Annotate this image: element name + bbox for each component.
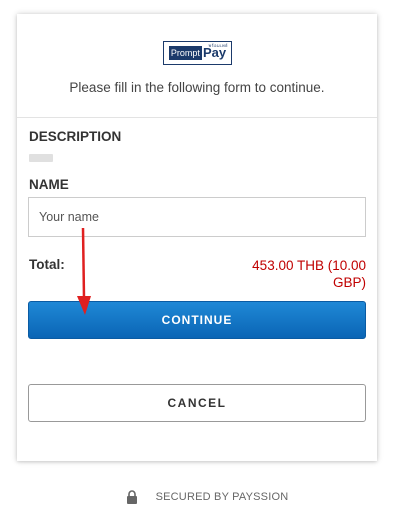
lock-icon (126, 490, 137, 504)
description-value (29, 154, 53, 162)
secured-by-text: SECURED BY PAYSSION (155, 491, 289, 503)
cancel-button[interactable]: CANCEL (28, 384, 366, 422)
continue-button[interactable]: CONTINUE (28, 301, 366, 339)
card-header: Prompt Pay พร้อมเพย์ Please fill in the … (17, 14, 377, 118)
total-label: Total: (29, 257, 65, 272)
security-footer: SECURED BY PAYSSION (0, 490, 394, 504)
promptpay-logo: Prompt Pay พร้อมเพย์ (163, 41, 232, 65)
payment-form-card: Prompt Pay พร้อมเพย์ Please fill in the … (17, 14, 377, 461)
form-instructions: Please fill in the following form to con… (69, 80, 325, 95)
logo-prompt-text: Prompt (168, 46, 202, 60)
total-amount: 453.00 THB (10.00 GBP) (252, 258, 366, 290)
name-input[interactable] (28, 197, 366, 237)
logo-small-text: พร้อมเพย์ (208, 43, 228, 48)
description-label: DESCRIPTION (29, 129, 122, 144)
name-label: NAME (29, 177, 69, 192)
